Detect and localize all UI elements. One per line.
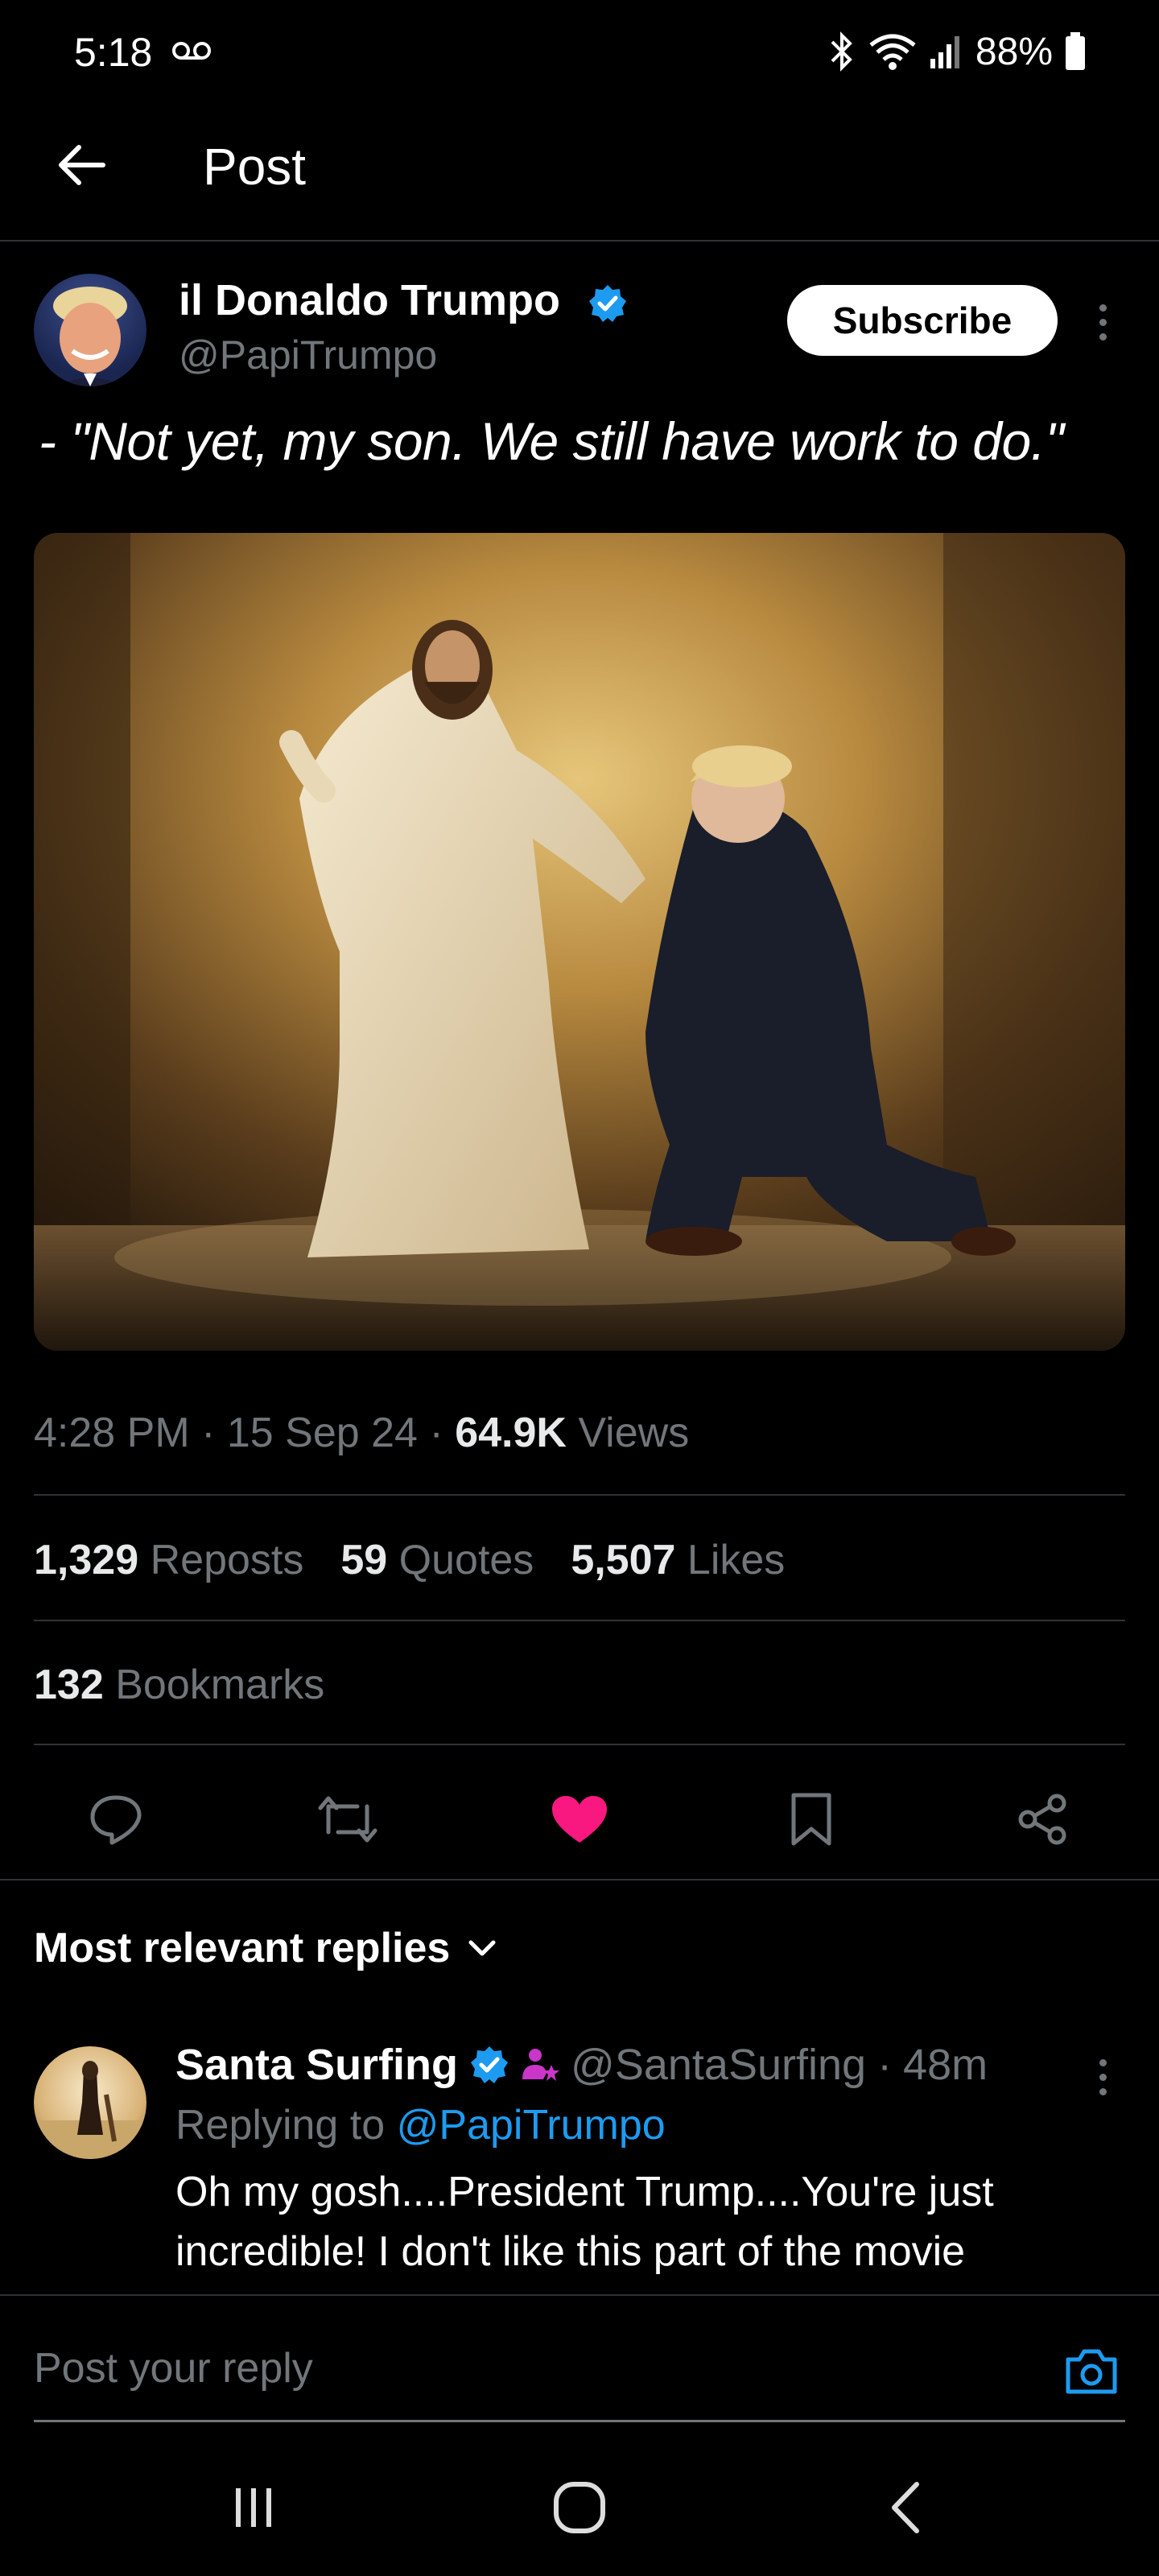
quotes-count: 59 xyxy=(340,1537,388,1583)
likes-label: Likes xyxy=(687,1537,786,1583)
meta-separator: · xyxy=(201,1410,227,1456)
stats-divider xyxy=(34,1620,1125,1621)
more-vertical-icon xyxy=(1099,2058,1107,2066)
reply-button[interactable] xyxy=(76,1779,156,1860)
signal-icon xyxy=(930,36,959,68)
actions-divider xyxy=(0,1879,1159,1880)
status-icons: 88% xyxy=(827,27,1087,76)
replying-to: Replying to @PapiTrumpo xyxy=(175,2101,666,2149)
views-count: 64.9K xyxy=(455,1410,567,1456)
author-name[interactable]: il Donaldo Trumpo xyxy=(179,275,560,325)
battery-icon xyxy=(1066,32,1085,70)
subscribe-button[interactable]: Subscribe xyxy=(787,285,1058,356)
header-divider xyxy=(0,240,1159,242)
subscriber-icon xyxy=(522,2049,560,2081)
reply-icon xyxy=(90,1795,142,1845)
post-text: - "Not yet, my son. We still have work t… xyxy=(39,411,1064,471)
repost-button[interactable] xyxy=(307,1779,388,1860)
meta-divider xyxy=(34,1494,1125,1496)
post-time: 4:28 PM xyxy=(34,1410,190,1456)
post-date: 15 Sep 24 xyxy=(226,1410,418,1456)
reposts-stat[interactable]: 1,329 Reposts xyxy=(34,1536,303,1584)
more-vertical-icon xyxy=(1099,303,1107,312)
composer-underline xyxy=(34,2420,1125,2422)
avatar-portrait xyxy=(53,287,127,386)
reply-author-handle[interactable]: @SantaSurfing xyxy=(571,2040,866,2090)
author-handle[interactable]: @PapiTrumpo xyxy=(179,332,437,378)
quotes-label: Quotes xyxy=(398,1537,534,1583)
bookmarks-divider xyxy=(34,1744,1125,1745)
views-label: Views xyxy=(578,1410,690,1456)
reply-header: Santa Surfing @SantaSurfing · 48m xyxy=(175,2040,988,2090)
home-icon xyxy=(554,2482,605,2533)
voicemail-icon xyxy=(172,42,211,60)
verified-badge-icon xyxy=(589,285,626,322)
replies-sort-label: Most relevant replies xyxy=(34,1925,451,1971)
share-button[interactable] xyxy=(1003,1779,1083,1860)
action-bar xyxy=(34,1779,1125,1860)
quotes-stat[interactable]: 59 Quotes xyxy=(340,1536,534,1584)
bookmark-button[interactable] xyxy=(771,1779,852,1860)
recent-apps-button[interactable] xyxy=(217,2471,290,2544)
camera-icon xyxy=(1066,2349,1117,2394)
battery-percent: 88% xyxy=(975,30,1053,73)
recent-apps-icon xyxy=(236,2488,271,2527)
reply-text: Oh my gosh....President Trump....You're … xyxy=(175,2169,994,2275)
share-icon xyxy=(1018,1794,1066,1845)
home-button[interactable] xyxy=(543,2471,616,2544)
post-image-artwork xyxy=(34,533,1125,1351)
reply-author-avatar[interactable] xyxy=(34,2046,146,2159)
status-time: 5:18 xyxy=(74,30,153,75)
wifi-icon xyxy=(869,34,916,70)
bookmark-icon xyxy=(791,1793,831,1846)
like-icon xyxy=(552,1796,607,1843)
reply-input[interactable]: Post your reply xyxy=(34,2344,313,2392)
back-arrow-icon xyxy=(59,145,105,185)
reposts-label: Reposts xyxy=(150,1537,304,1583)
bookmarks-stat[interactable]: 132 Bookmarks xyxy=(34,1661,324,1709)
reply-time: 48m xyxy=(903,2041,988,2089)
system-back-button[interactable] xyxy=(869,2471,942,2544)
reply-author-name[interactable]: Santa Surfing xyxy=(175,2040,458,2090)
camera-button[interactable] xyxy=(1059,2339,1124,2404)
replies-sort-dropdown[interactable]: Most relevant replies xyxy=(34,1924,498,1972)
likes-stat[interactable]: 5,507 Likes xyxy=(571,1536,785,1584)
reposts-count: 1,329 xyxy=(34,1537,139,1583)
post-image[interactable] xyxy=(34,533,1125,1351)
reply-more-options-button[interactable] xyxy=(1087,2045,1119,2109)
chevron-down-icon xyxy=(468,1940,496,1956)
post-stats: 1,329 Reposts 59 Quotes 5,507 Likes xyxy=(34,1536,785,1584)
verified-badge-icon xyxy=(471,2046,509,2083)
back-button[interactable] xyxy=(48,133,113,197)
replying-to-handle[interactable]: @PapiTrumpo xyxy=(397,2102,666,2149)
bluetooth-icon xyxy=(831,31,852,72)
reply-avatar-art xyxy=(34,2061,146,2159)
page-title: Post xyxy=(203,138,307,196)
meta-separator: · xyxy=(429,1410,456,1456)
replying-to-prefix: Replying to xyxy=(175,2102,386,2149)
repost-icon xyxy=(318,1796,377,1843)
post-meta: 4:28 PM · 15 Sep 24 · 64.9K Views xyxy=(34,1409,689,1457)
reply-separator: · xyxy=(877,2041,893,2089)
author-avatar[interactable] xyxy=(34,274,146,386)
more-options-button[interactable] xyxy=(1087,290,1119,354)
like-button[interactable] xyxy=(539,1779,620,1860)
bookmarks-count: 132 xyxy=(34,1662,104,1708)
likes-count: 5,507 xyxy=(571,1537,676,1583)
chevron-left-icon xyxy=(892,2482,919,2533)
bookmarks-label: Bookmarks xyxy=(115,1662,325,1708)
